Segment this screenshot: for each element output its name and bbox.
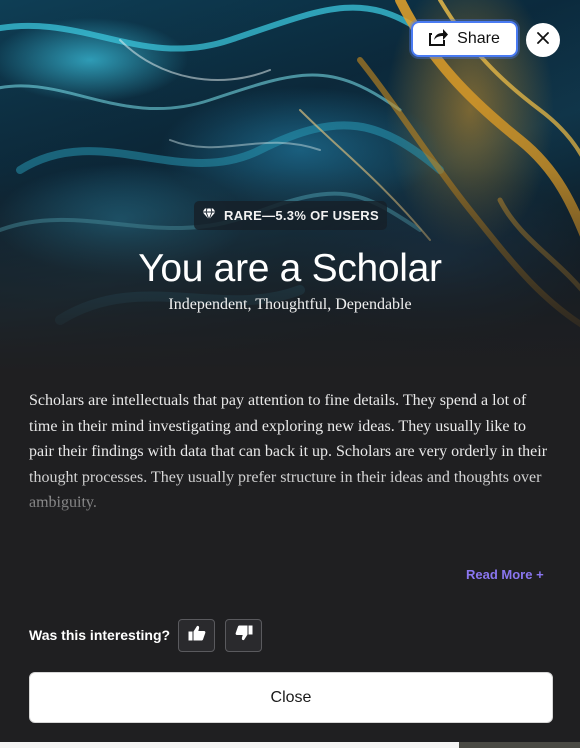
close-icon	[537, 31, 549, 49]
thumbs-down-icon	[235, 625, 253, 646]
feedback-question: Was this interesting?	[29, 627, 171, 643]
thumbs-down-button[interactable]	[225, 619, 262, 652]
result-title: You are a Scholar	[138, 247, 442, 290]
close-icon-button[interactable]	[526, 23, 560, 57]
result-traits: Independent, Thoughtful, Dependable	[168, 296, 412, 313]
personality-result-modal: Share RARE—5.3% OF USERS You are a Schol…	[0, 0, 580, 748]
thumbs-up-icon	[188, 625, 206, 646]
thumbs-up-button[interactable]	[178, 619, 215, 652]
close-button[interactable]: Close	[29, 672, 553, 723]
share-label: Share	[457, 30, 500, 47]
description-fade	[0, 470, 580, 520]
read-more-link[interactable]: Read More +	[466, 567, 544, 582]
underlying-page-strip	[0, 742, 459, 748]
rarity-label: RARE—5.3% OF USERS	[224, 208, 379, 223]
share-arrow-icon	[429, 28, 449, 51]
diamond-icon	[202, 207, 216, 225]
underlying-page-strip-dark	[459, 742, 580, 748]
rarity-badge: RARE—5.3% OF USERS	[194, 201, 387, 230]
share-button[interactable]: Share	[411, 21, 518, 57]
close-button-label: Close	[270, 688, 312, 706]
